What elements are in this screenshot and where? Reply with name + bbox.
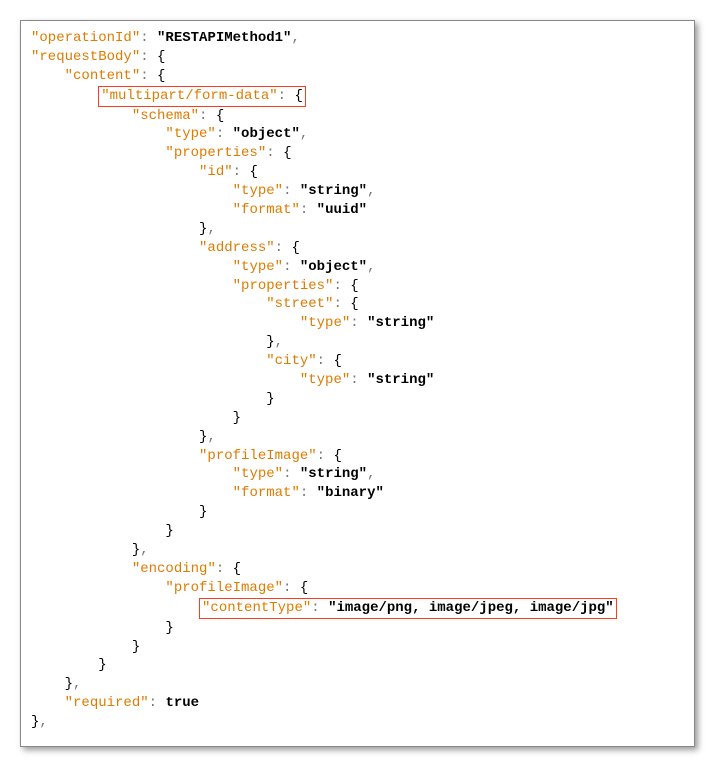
punct: : <box>333 296 341 312</box>
val-uuid: "uuid" <box>317 202 367 218</box>
val-string: "string" <box>367 372 434 388</box>
brace: } <box>266 334 274 350</box>
brace: } <box>132 639 140 655</box>
key-operationId: "operationId" <box>31 30 140 46</box>
punct: : <box>333 278 341 294</box>
brace: { <box>283 145 291 161</box>
key-schema: "schema" <box>132 108 199 124</box>
punct: : <box>283 466 291 482</box>
punct: : <box>278 88 286 104</box>
key-address: "address" <box>199 240 275 256</box>
punct: : <box>233 164 241 180</box>
brace: { <box>294 88 302 104</box>
key-type: "type" <box>233 466 283 482</box>
brace: { <box>249 164 257 180</box>
punct: , <box>207 221 215 237</box>
brace: } <box>233 410 241 426</box>
punct: , <box>275 334 283 350</box>
punct: : <box>216 126 224 142</box>
key-multipart: "multipart/form-data" <box>101 88 277 104</box>
punct: : <box>275 240 283 256</box>
val-object: "object" <box>300 259 367 275</box>
punct: : <box>266 145 274 161</box>
punct: : <box>149 695 157 711</box>
brace: { <box>157 49 165 65</box>
key-type: "type" <box>165 126 215 142</box>
key-format: "format" <box>233 485 300 501</box>
key-type: "type" <box>233 259 283 275</box>
key-street: "street" <box>266 296 333 312</box>
key-content: "content" <box>65 68 141 84</box>
brace: } <box>132 542 140 558</box>
punct: , <box>367 466 375 482</box>
brace: { <box>333 353 341 369</box>
punct: : <box>317 448 325 464</box>
key-requestBody: "requestBody" <box>31 49 140 65</box>
punct: , <box>367 183 375 199</box>
punct: , <box>367 259 375 275</box>
brace: } <box>98 657 106 673</box>
brace: } <box>165 620 173 636</box>
brace: { <box>233 561 241 577</box>
code-block: "operationId": "RESTAPIMethod1", "reques… <box>20 20 695 747</box>
val-string: "string" <box>367 315 434 331</box>
punct: : <box>216 561 224 577</box>
punct: , <box>207 429 215 445</box>
punct: : <box>300 485 308 501</box>
key-city: "city" <box>266 353 316 369</box>
val-string: "string" <box>300 466 367 482</box>
punct: , <box>140 542 148 558</box>
punct: , <box>73 676 81 692</box>
punct: : <box>300 202 308 218</box>
key-profileImage: "profileImage" <box>199 448 317 464</box>
punct: : <box>283 580 291 596</box>
brace: } <box>199 504 207 520</box>
brace: { <box>300 580 308 596</box>
highlight-contentType: "contentType": "image/png, image/jpeg, i… <box>199 598 617 619</box>
brace: } <box>266 391 274 407</box>
brace: { <box>291 240 299 256</box>
key-id: "id" <box>199 164 233 180</box>
key-profileImage: "profileImage" <box>165 580 283 596</box>
punct: , <box>300 126 308 142</box>
val-string: "string" <box>300 183 367 199</box>
key-type: "type" <box>300 315 350 331</box>
val-object: "object" <box>233 126 300 142</box>
punct: : <box>283 259 291 275</box>
key-format: "format" <box>233 202 300 218</box>
highlight-multipart: "multipart/form-data": { <box>98 86 306 107</box>
brace: { <box>350 278 358 294</box>
key-properties: "properties" <box>233 278 334 294</box>
punct: : <box>350 315 358 331</box>
punct: : <box>350 372 358 388</box>
key-type: "type" <box>233 183 283 199</box>
punct: : <box>140 49 148 65</box>
punct: , <box>39 714 47 730</box>
punct: : <box>311 600 319 616</box>
key-type: "type" <box>300 372 350 388</box>
brace: { <box>333 448 341 464</box>
punct: : <box>317 353 325 369</box>
val-binary: "binary" <box>317 485 384 501</box>
brace: } <box>65 676 73 692</box>
key-properties: "properties" <box>165 145 266 161</box>
val-contentType: "image/png, image/jpeg, image/jpg" <box>328 600 614 616</box>
punct: : <box>140 30 148 46</box>
brace: { <box>350 296 358 312</box>
key-required: "required" <box>65 695 149 711</box>
val-true: true <box>165 695 199 711</box>
brace: { <box>157 68 165 84</box>
punct: : <box>283 183 291 199</box>
key-encoding: "encoding" <box>132 561 216 577</box>
val-operationId: "RESTAPIMethod1" <box>157 30 291 46</box>
punct: : <box>140 68 148 84</box>
punct: : <box>199 108 207 124</box>
brace: } <box>165 523 173 539</box>
punct: , <box>291 30 299 46</box>
brace: { <box>216 108 224 124</box>
key-contentType: "contentType" <box>202 600 311 616</box>
